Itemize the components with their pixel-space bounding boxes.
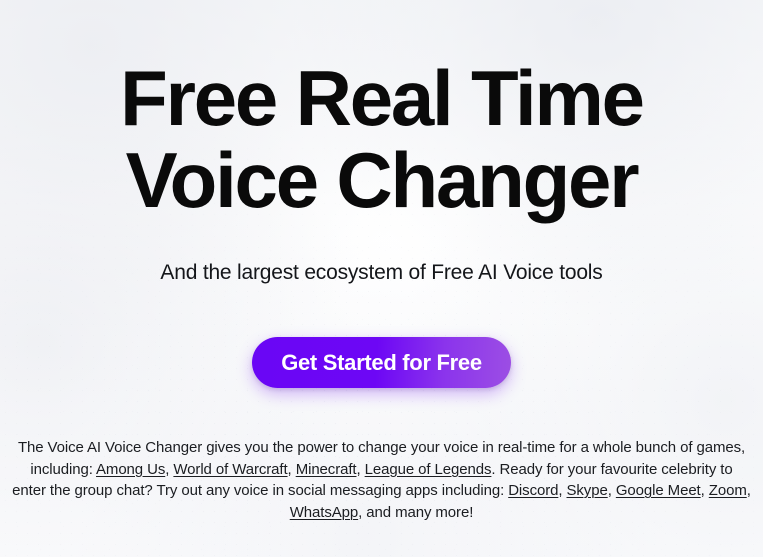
link-google-meet[interactable]: Google Meet (616, 482, 701, 499)
page-title: Free Real Time Voice Changer (120, 54, 645, 224)
description-text-part-3: , and many more! (358, 503, 474, 521)
link-discord[interactable]: Discord (508, 482, 558, 499)
link-among-us[interactable]: Among Us (96, 461, 165, 478)
separator-3: , (356, 460, 365, 478)
get-started-button[interactable]: Get Started for Free (252, 337, 511, 388)
separator-2: , (287, 460, 296, 478)
link-zoom[interactable]: Zoom (709, 482, 747, 499)
separator-7: , (746, 482, 751, 499)
link-world-of-warcraft[interactable]: World of Warcraft (173, 461, 287, 478)
link-league-of-legends[interactable]: League of Legends (365, 461, 492, 478)
hero-content: Free Real Time Voice Changer And the lar… (0, 0, 763, 557)
hero-subtitle: And the largest ecosystem of Free AI Voi… (160, 261, 603, 284)
link-skype[interactable]: Skype (567, 482, 608, 499)
separator-5: , (607, 482, 616, 499)
separator-4: , (558, 482, 567, 499)
link-minecraft[interactable]: Minecraft (296, 461, 357, 478)
separator-6: , (700, 482, 709, 499)
hero-section: Free Real Time Voice Changer And the lar… (0, 0, 763, 557)
cta-container: Get Started for Free (252, 287, 511, 388)
hero-description: The Voice AI Voice Changer gives you the… (0, 388, 763, 523)
link-whatsapp[interactable]: WhatsApp (290, 504, 359, 521)
